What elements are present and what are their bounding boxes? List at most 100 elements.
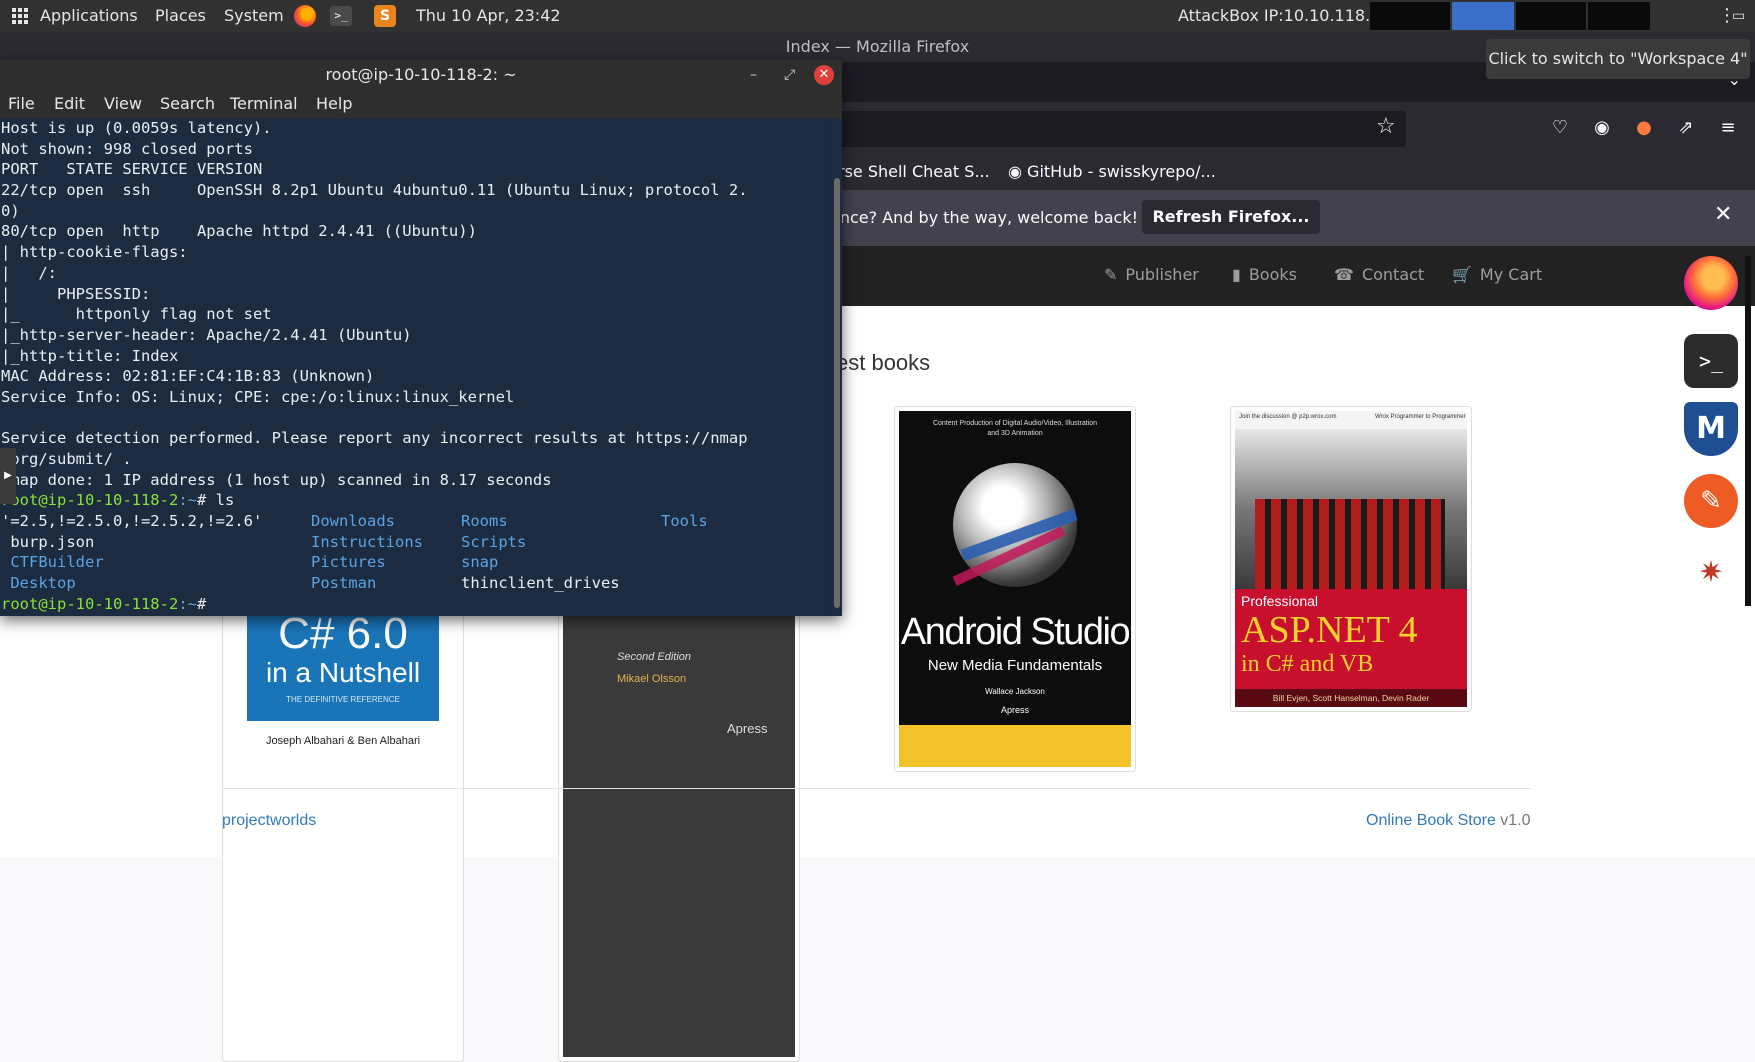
terminal-title-bar[interactable]: root@ip-10-10-118-2: ~ – ⤢ ✕: [0, 60, 842, 90]
close-icon[interactable]: ✕: [814, 65, 834, 85]
prompt-user: root@ip-10-10-118-2: [1, 594, 179, 613]
banner-right-text: Wrox Programmer to Programmer: [1375, 414, 1466, 420]
book-card-aspnet[interactable]: Join the discussion @ p2p.wrox.com Wrox …: [1230, 406, 1472, 712]
terminal-line: MAC Address: 02:81:EF:C4:1B:83 (Unknown): [1, 367, 375, 386]
ls-row: Desktop Postman thinclient_drives: [1, 573, 830, 594]
banner-left-text: Join the discussion @ p2p.wrox.com: [1239, 414, 1337, 420]
nav-publisher[interactable]: ✎ Publisher: [1104, 265, 1199, 284]
clock[interactable]: Thu 10 Apr, 23:42: [416, 0, 561, 32]
book-prefix: Professional: [1241, 593, 1319, 609]
nav-contact-label: Contact: [1361, 265, 1425, 284]
postman-dock-icon[interactable]: ✎: [1684, 474, 1738, 528]
system-menu[interactable]: System: [224, 0, 284, 32]
team-jerseys: [1255, 499, 1445, 589]
terminal-output[interactable]: Host is up (0.0059s latency). Not shown: …: [0, 118, 830, 616]
dock-scrollbar[interactable]: [1745, 256, 1751, 606]
workspace-3[interactable]: [1516, 2, 1586, 30]
book-card-apress[interactable]: Second Edition Mikael Olsson Apress: [558, 606, 800, 1062]
terminal-line: Not shown: 998 closed ports: [1, 139, 253, 158]
menu-view[interactable]: View: [104, 94, 142, 113]
terminal-line: | PHPSESSID:: [1, 284, 151, 303]
metasploit-dock-icon[interactable]: M: [1684, 402, 1738, 456]
workspace-4[interactable]: [1588, 2, 1650, 30]
bookmark-github[interactable]: ◉ GitHub - swisskyrepo/...: [1008, 162, 1216, 181]
terminal-prompt-ls: root@ip-10-10-118-2:~# ls: [1, 490, 830, 511]
applications-menu[interactable]: Applications: [40, 0, 138, 32]
ls-row: burp.json Instructions Scripts: [1, 532, 830, 553]
apps-grid-icon[interactable]: [12, 8, 28, 24]
book-top-text: Content Production of Digital Audio/Vide…: [932, 420, 1098, 437]
terminal-line: .org/submit/ .: [1, 450, 132, 468]
menu-help[interactable]: Help: [316, 94, 352, 113]
pencil-icon: ✎: [1104, 265, 1118, 284]
book-publisher: Apress: [1000, 705, 1029, 715]
show-desktop-icon[interactable]: ▭: [1732, 0, 1745, 32]
minimize-icon[interactable]: –: [750, 60, 757, 90]
url-bar[interactable]: [760, 111, 1406, 147]
menu-file[interactable]: File: [8, 94, 35, 113]
book-card-csharp[interactable]: C# 6.0 in a Nutshell THE DEFINITIVE REFE…: [222, 606, 464, 1062]
terminal-line: Service detection performed. Please repo…: [1, 429, 748, 448]
ls-entry: Pictures: [311, 553, 386, 572]
footer-store-info: Online Book Store v1.0: [1366, 812, 1531, 830]
bookmark-star-icon[interactable]: ☆: [1376, 114, 1396, 139]
side-panel-toggle[interactable]: ▶: [0, 448, 16, 504]
terminal-scrollbar[interactable]: [832, 118, 842, 616]
workspace-1[interactable]: [1370, 2, 1450, 30]
extensions-icon[interactable]: ⇗: [1674, 116, 1698, 140]
ls-entry: Downloads: [311, 512, 395, 531]
footer-projectworlds-link[interactable]: projectworlds: [222, 812, 316, 830]
book-title: ASP.NET 4: [1241, 609, 1418, 651]
bookmark-github-label: GitHub - swisskyrepo/...: [1027, 162, 1216, 181]
book-cover-aspnet: Join the discussion @ p2p.wrox.com Wrox …: [1235, 411, 1467, 707]
firefox-dock-icon[interactable]: [1684, 256, 1738, 310]
prompt-symbol: #: [196, 594, 216, 613]
menu-terminal[interactable]: Terminal: [230, 94, 298, 113]
menu-search[interactable]: Search: [160, 94, 215, 113]
refresh-firefox-button[interactable]: Refresh Firefox...: [1142, 200, 1320, 234]
notification-message: ence? And by the way, welcome back!: [830, 208, 1139, 227]
account-icon[interactable]: ◉: [1590, 116, 1614, 140]
ls-entry: Tools: [661, 512, 708, 531]
ls-entry: thinclient_drives: [461, 574, 620, 593]
right-dock: >_ M ✎ ✷: [1676, 256, 1746, 596]
pocket-icon[interactable]: ♡: [1548, 116, 1572, 140]
sublime-launcher-icon[interactable]: S: [374, 5, 396, 27]
book-author: Wallace Jackson: [985, 687, 1045, 696]
terminal-line: | http-cookie-flags:: [1, 243, 188, 262]
book-author: Mikael Olsson: [617, 673, 687, 685]
ls-entry: snap: [461, 553, 499, 572]
places-menu[interactable]: Places: [155, 0, 206, 32]
yellow-band: [899, 725, 1131, 767]
ls-entry: Rooms: [461, 512, 508, 531]
burp-dock-icon[interactable]: ✷: [1684, 546, 1738, 600]
wrox-banner: Join the discussion @ p2p.wrox.com Wrox …: [1235, 411, 1467, 429]
footer-store-link[interactable]: Online Book Store: [1366, 812, 1496, 829]
terminal-dock-icon[interactable]: >_: [1684, 334, 1738, 388]
phone-icon: ☎: [1334, 265, 1354, 284]
menu-edit[interactable]: Edit: [54, 94, 85, 113]
close-icon[interactable]: ✕: [1714, 202, 1732, 227]
scrollbar-thumb[interactable]: [834, 178, 840, 608]
footer-divider: [222, 788, 1532, 789]
book-card-android[interactable]: Content Production of Digital Audio/Vide…: [894, 406, 1136, 772]
firefox-launcher-icon[interactable]: [294, 5, 316, 27]
nav-contact[interactable]: ☎ Contact: [1334, 265, 1424, 284]
bookmark-reverse-shell[interactable]: rse Shell Cheat S...: [838, 162, 990, 181]
book-cover-android: Content Production of Digital Audio/Vide…: [899, 411, 1131, 767]
maximize-icon[interactable]: ⤢: [784, 60, 795, 90]
nav-cart[interactable]: 🛒 My Cart: [1452, 265, 1542, 284]
terminal-line: Host is up (0.0059s latency).: [1, 119, 272, 137]
team-photo: [1235, 429, 1467, 589]
nav-books-label: Books: [1248, 265, 1297, 284]
terminal-line: 22/tcp open ssh OpenSSH 8.2p1 Ubuntu 4ub…: [1, 181, 748, 200]
prompt-user: root@ip-10-10-118-2: [1, 491, 179, 510]
ls-entry: Scripts: [461, 532, 527, 551]
prompt-command: ls: [215, 491, 235, 510]
foxyproxy-icon[interactable]: ●: [1632, 116, 1656, 140]
nav-books[interactable]: ▮ Books: [1232, 265, 1297, 284]
workspace-2[interactable]: [1452, 2, 1514, 30]
terminal-launcher-icon[interactable]: >_: [330, 6, 352, 26]
hamburger-menu-icon[interactable]: ≡: [1716, 116, 1740, 140]
footer-version: v1.0: [1495, 812, 1531, 829]
